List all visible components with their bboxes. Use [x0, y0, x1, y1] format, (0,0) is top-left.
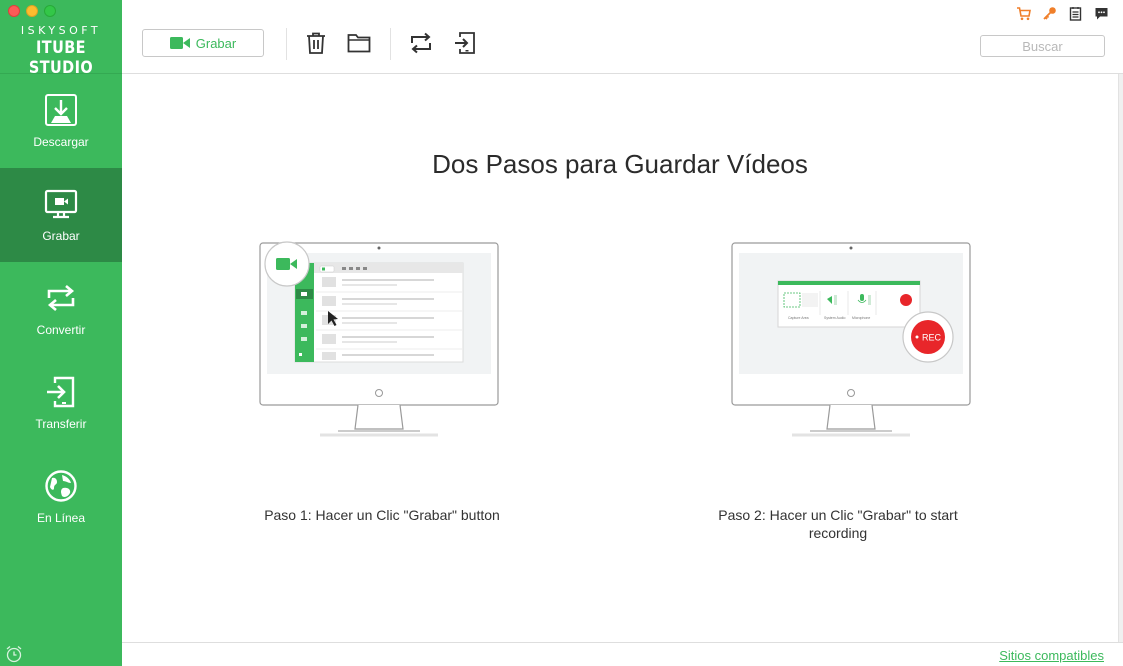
transfer-button[interactable] — [453, 31, 477, 55]
chat-icon[interactable] — [1094, 6, 1109, 21]
record-button[interactable]: Grabar — [142, 29, 264, 57]
open-folder-button[interactable] — [347, 31, 371, 55]
sidebar-item-grabar[interactable]: Grabar — [0, 168, 122, 262]
svg-text:Capture Area: Capture Area — [788, 316, 809, 320]
app-logo: ISKYSOFT ITUBE STUDIO — [0, 24, 122, 78]
notes-icon[interactable] — [1068, 6, 1083, 21]
toolbar-divider — [286, 28, 287, 60]
screen-record-icon — [44, 189, 78, 219]
scrollbar[interactable] — [1118, 74, 1123, 642]
sidebar-item-transferir[interactable]: Transferir — [0, 356, 122, 450]
convert-icon — [47, 285, 75, 311]
main-content: Dos Pasos para Guardar Vídeos Paso 1: Ha… — [122, 74, 1118, 642]
toolbar: Grabar — [122, 0, 1123, 74]
sidebar-item-label: Grabar — [42, 229, 80, 243]
step-2-illustration: Capture Area System Audio Microphone REC — [730, 241, 974, 439]
sidebar-item-descargar[interactable]: Descargar — [0, 74, 122, 168]
delete-button[interactable] — [304, 31, 328, 55]
transfer-icon — [47, 376, 75, 408]
transfer-icon — [455, 32, 475, 54]
sidebar-item-label: Descargar — [33, 135, 89, 149]
key-icon[interactable] — [1042, 6, 1057, 21]
logo-top: ISKYSOFT — [20, 24, 102, 37]
step-1-label: Paso 1: Hacer un Clic "Grabar" button — [264, 507, 500, 523]
sidebar-item-convertir[interactable]: Convertir — [0, 262, 122, 356]
record-button-label: Grabar — [195, 35, 237, 51]
footer: Sitios compatibles — [122, 642, 1123, 666]
folder-icon — [347, 34, 371, 53]
sidebar-item-label: Convertir — [36, 323, 86, 337]
sidebar: ISKYSOFT ITUBE STUDIO Descargar Grabar C… — [0, 0, 122, 666]
supported-sites-link[interactable]: Sitios compatibles — [999, 648, 1104, 663]
globe-icon — [45, 470, 77, 502]
window-controls — [8, 5, 56, 17]
download-icon — [45, 94, 77, 126]
sidebar-nav: Descargar Grabar Convertir Transferir En… — [0, 74, 122, 544]
cart-icon[interactable] — [1016, 6, 1031, 21]
convert-button[interactable] — [409, 31, 433, 55]
svg-text:Microphone: Microphone — [852, 316, 870, 320]
search-input[interactable] — [980, 35, 1105, 57]
convert-icon — [411, 32, 431, 54]
close-window-button[interactable] — [8, 5, 20, 17]
step-1-illustration — [258, 241, 502, 439]
page-title: Dos Pasos para Guardar Vídeos — [432, 149, 808, 179]
minimize-window-button[interactable] — [26, 5, 38, 17]
sidebar-item-label: En Línea — [36, 511, 86, 525]
sidebar-item-label: Transferir — [35, 417, 87, 431]
top-right-icons — [1016, 6, 1109, 21]
maximize-window-button[interactable] — [44, 5, 56, 17]
toolbar-divider — [390, 28, 391, 60]
trash-icon — [307, 32, 325, 54]
alarm-clock-icon[interactable] — [5, 645, 23, 663]
logo-main: ITUBE STUDIO — [28, 38, 94, 78]
sidebar-item-en-linea[interactable]: En Línea — [0, 450, 122, 544]
svg-text:System Audio: System Audio — [824, 316, 845, 320]
step-2-label: Paso 2: Hacer un Clic "Grabar" to start … — [718, 507, 958, 541]
video-camera-icon — [169, 37, 190, 49]
rec-label: REC — [922, 333, 942, 343]
